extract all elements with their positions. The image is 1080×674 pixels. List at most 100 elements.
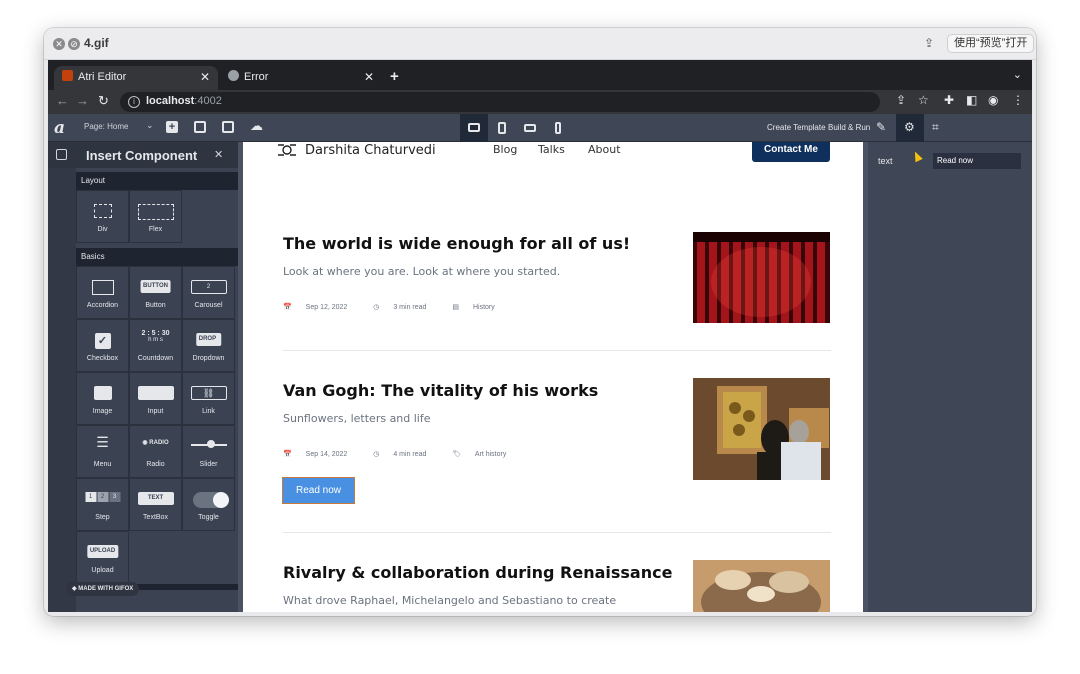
component-flex[interactable]: Flex [129,190,182,243]
layers-icon[interactable] [194,121,206,133]
crop-icon[interactable]: ⌗ [924,114,952,142]
add-page-icon[interactable]: + [166,121,178,133]
laptop-view-icon[interactable] [460,114,488,142]
tab-label: Error [244,71,269,83]
upload-preview: UPLOAD [86,545,119,558]
component-countdown[interactable]: 2 : 5 : 30 h m s Countdown [129,319,182,372]
chevron-down-icon[interactable]: ⌄ [1013,68,1022,81]
preview-titlebar: ✕ ⊘ 4.gif ⇪ 使用“预览”打开 [44,28,1036,60]
post-subtitle: What drove Raphael, Michelangelo and Seb… [283,594,617,607]
tab-label: Atri Editor [78,71,127,83]
nav-talks-link[interactable]: Talks [538,143,565,156]
component-accordion[interactable]: Accordion [76,266,129,319]
section-basics: Basics [76,248,238,266]
slider-thumb-icon [207,440,215,448]
component-label: Countdown [137,355,174,362]
window-stop-icon[interactable]: ⊘ [68,38,80,50]
calendar-icon: 📅 [283,451,292,458]
post-meta: 📅 Sep 14, 2022 ◷ 4 min read 🏷 Art histor… [283,450,530,458]
build-run-button[interactable]: Build & Run [828,123,870,132]
prop-text-input[interactable]: Read now [933,153,1021,169]
site-info-icon[interactable]: i [128,96,140,108]
component-label: Accordion [86,302,119,309]
chevron-down-icon[interactable]: ⌄ [146,120,154,131]
canvas-page[interactable]: Darshita Chaturvedi Blog Talks About Con… [243,142,863,612]
save-icon[interactable] [222,121,234,133]
post-title[interactable]: Van Gogh: The vitality of his works [283,381,598,400]
post-title[interactable]: The world is wide enough for all of us! [283,234,630,253]
address-bar[interactable]: i localhost:4002 [120,92,880,112]
nav-blog-link[interactable]: Blog [493,143,517,156]
component-label: Link [202,408,215,415]
cloud-upload-icon[interactable]: ☁ [250,118,263,134]
preview-window: ✕ ⊘ 4.gif ⇪ 使用“预览”打开 Atri Editor ✕ Error… [44,28,1036,616]
tablet-landscape-view-icon[interactable] [516,114,544,142]
nav-about-link[interactable]: About [588,143,621,156]
component-toggle[interactable]: Toggle [182,478,235,531]
component-dropdown[interactable]: DROP ⌄ Dropdown [182,319,235,372]
close-icon[interactable]: ✕ [214,148,223,161]
component-slider[interactable]: Slider [182,425,235,478]
post-image-van-gogh-gallery[interactable] [693,378,830,480]
atri-logo-icon: a [54,118,66,138]
component-label: Button [145,302,166,309]
tab-close-icon[interactable]: ✕ [200,66,210,88]
component-step[interactable]: 1 2 3 Step [76,478,129,531]
share-icon[interactable]: ⇪ [896,93,906,107]
dropdown-preview-text: DROP [198,336,216,342]
bookmark-star-icon[interactable]: ☆ [918,93,929,107]
more-menu-icon[interactable]: ⋮ [1012,93,1024,107]
page-select[interactable]: Page: Home [84,122,128,131]
component-menu[interactable]: ☰ Menu [76,425,129,478]
divider [283,350,831,351]
component-upload[interactable]: UPLOAD Upload [76,531,129,584]
component-link[interactable]: ⛓ Link [182,372,235,425]
clock-icon: ◷ [373,451,380,458]
tab-atri-editor[interactable]: Atri Editor ✕ [54,66,218,90]
textbox-preview: TEXT [137,492,174,505]
panel-title: Insert Component [86,148,198,163]
component-label: Upload [91,567,114,574]
mobile-view-icon[interactable] [544,114,572,142]
brush-icon[interactable]: ✎ [868,114,896,142]
create-template-button[interactable]: Create Template [767,123,826,132]
clock-icon: ◷ [373,304,380,311]
post-title[interactable]: Rivalry & collaboration during Renaissan… [283,563,672,582]
post-subtitle: Look at where you are. Look at where you… [283,265,561,278]
component-image[interactable]: Image [76,372,129,425]
reload-icon[interactable]: ↻ [98,93,109,109]
component-label: Radio [146,461,165,468]
contact-me-button[interactable]: Contact Me [752,142,830,162]
dropdown-preview: DROP ⌄ [195,333,222,355]
url-port: :4002 [194,95,222,107]
share-icon[interactable]: ⇪ [924,36,934,50]
component-div[interactable]: Div [76,190,129,243]
component-carousel[interactable]: 2 Carousel [182,266,235,319]
post-image-theater-curtain[interactable] [693,232,830,323]
profile-avatar-icon[interactable]: ◉ [988,93,998,107]
component-button[interactable]: BUTTON Button [129,266,182,319]
post-image-renaissance-fresco[interactable] [693,560,830,612]
new-tab-icon[interactable]: + [390,68,399,85]
open-with-preview-button[interactable]: 使用“预览”打开 [947,34,1035,53]
window-close-icon[interactable]: ✕ [53,38,65,50]
component-radio[interactable]: ◉ RADIO Radio [129,425,182,478]
tab-close-icon[interactable]: ✕ [364,66,374,88]
component-checkbox[interactable]: ✓ Checkbox [76,319,129,372]
component-label: Input [147,408,164,415]
back-icon[interactable]: ← [56,93,69,108]
component-input[interactable]: Input [129,372,182,425]
panel-rail [48,168,76,612]
step-3: 3 [109,492,120,502]
tab-error[interactable]: Error ✕ [222,66,382,90]
forward-icon[interactable]: → [76,93,89,108]
tablet-view-icon[interactable] [488,114,516,142]
read-now-button[interactable]: Read now [282,477,355,504]
sidebar-icon[interactable]: ◧ [966,93,977,107]
extensions-icon[interactable]: ✚ [944,93,954,107]
component-textbox[interactable]: TEXT TextBox [129,478,182,531]
settings-gear-icon[interactable]: ⚙ [896,114,924,142]
component-label: Step [95,514,110,521]
edit-icon[interactable] [56,149,67,160]
component-label: Image [92,408,113,415]
